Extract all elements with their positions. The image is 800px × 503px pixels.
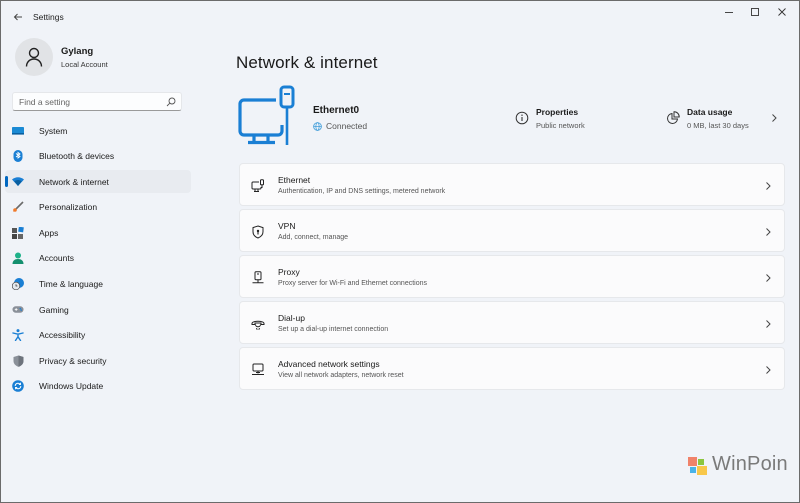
accounts-icon [12, 252, 24, 265]
pie-chart-icon [667, 111, 680, 124]
watermark: WinPoin [688, 453, 788, 476]
sidebar-item-label: System [39, 125, 68, 136]
search-icon[interactable] [166, 97, 176, 107]
card-title: Dial-up [278, 313, 305, 323]
properties-button[interactable]: Properties Public network [515, 107, 585, 130]
card-title: Advanced network settings [278, 359, 380, 369]
gaming-icon [12, 304, 24, 316]
shield-icon [12, 355, 24, 367]
bluetooth-icon [12, 150, 24, 163]
sidebar-item-bluetooth[interactable]: Bluetooth & devices [5, 145, 191, 168]
connection-status: Connected [313, 121, 367, 131]
brush-icon [12, 201, 24, 213]
sidebar-item-accounts[interactable]: Accounts [5, 247, 191, 270]
proxy-icon [252, 271, 264, 284]
person-icon [25, 47, 43, 67]
card-title: VPN [278, 221, 296, 231]
back-arrow-icon [13, 13, 22, 21]
chevron-right-icon [766, 320, 771, 328]
sidebar-item-label: Bluetooth & devices [39, 151, 115, 162]
properties-value: Public network [536, 121, 585, 130]
card-ethernet[interactable]: Ethernet Authentication, IP and DNS sett… [239, 163, 785, 206]
card-title: Proxy [278, 267, 300, 277]
close-icon [778, 8, 786, 16]
update-icon [12, 380, 24, 393]
data-usage-label: Data usage [687, 107, 733, 117]
data-usage-value: 0 MB, last 30 days [687, 121, 749, 130]
card-subtitle: View all network adapters, network reset [278, 372, 404, 379]
profile-account-type: Local Account [61, 59, 108, 69]
globe-icon [313, 121, 322, 131]
sidebar-item-accessibility[interactable]: Accessibility [5, 324, 191, 347]
card-advanced-network[interactable]: Advanced network settings View all netwo… [239, 347, 785, 390]
info-icon [515, 111, 529, 125]
sidebar-item-label: Personalization [39, 202, 98, 213]
accessibility-icon [12, 329, 24, 342]
sidebar-item-network[interactable]: Network & internet [5, 170, 191, 194]
chevron-right-icon [766, 366, 771, 374]
connection-status-text: Connected [326, 121, 368, 131]
card-subtitle: Add, connect, manage [278, 234, 349, 241]
page-title: Network & internet [236, 53, 378, 72]
sidebar-item-time-language[interactable]: Time & language [5, 273, 191, 296]
card-subtitle: Proxy server for Wi-Fi and Ethernet conn… [278, 280, 428, 287]
title-bar: Settings [1, 1, 799, 33]
system-icon [12, 125, 24, 137]
card-vpn[interactable]: VPN Add, connect, manage [239, 209, 785, 252]
search-box[interactable] [12, 92, 182, 111]
minimize-icon [725, 12, 733, 13]
close-button[interactable] [770, 5, 794, 19]
chevron-right-icon [766, 182, 771, 190]
dialup-icon [251, 320, 265, 330]
chevron-right-icon [766, 228, 771, 236]
sidebar-item-gaming[interactable]: Gaming [5, 298, 191, 321]
sidebar-item-label: Windows Update [39, 381, 104, 392]
avatar [15, 38, 53, 76]
sidebar-nav: System Bluetooth & devices Network & int… [5, 119, 191, 401]
minimize-button[interactable] [717, 5, 741, 19]
ethernet-hero-icon [238, 85, 298, 152]
properties-label: Properties [536, 107, 579, 117]
card-subtitle: Set up a dial-up internet connection [278, 326, 389, 333]
chevron-right-icon[interactable] [770, 113, 778, 123]
profile-name: Gylang [61, 45, 94, 57]
settings-cards: Ethernet Authentication, IP and DNS sett… [239, 163, 785, 393]
connection-name: Ethernet0 [313, 105, 360, 116]
wifi-icon [12, 176, 24, 188]
maximize-icon [751, 8, 759, 16]
sidebar-item-label: Gaming [39, 304, 69, 315]
card-proxy[interactable]: Proxy Proxy server for Wi-Fi and Etherne… [239, 255, 785, 298]
maximize-button[interactable] [743, 5, 767, 19]
sidebar-item-apps[interactable]: Apps [5, 221, 191, 244]
sidebar-item-system[interactable]: System [5, 119, 191, 142]
sidebar-item-privacy-security[interactable]: Privacy & security [5, 349, 191, 372]
sidebar-item-label: Network & internet [39, 176, 109, 187]
watermark-text: WinPoin [712, 453, 788, 475]
sidebar-item-windows-update[interactable]: Windows Update [5, 375, 191, 398]
chevron-right-icon [766, 274, 771, 282]
time-language-icon [12, 278, 24, 291]
vpn-shield-icon [252, 225, 264, 239]
data-usage-button[interactable]: Data usage 0 MB, last 30 days [666, 107, 749, 130]
card-subtitle: Authentication, IP and DNS settings, met… [278, 188, 446, 195]
apps-icon [12, 226, 24, 239]
sidebar-item-label: Accounts [39, 253, 74, 264]
sidebar-item-label: Apps [39, 227, 59, 238]
card-dialup[interactable]: Dial-up Set up a dial-up internet connec… [239, 301, 785, 344]
card-title: Ethernet [278, 175, 311, 185]
user-profile[interactable]: Gylang Local Account [15, 38, 108, 76]
search-input[interactable] [19, 96, 159, 107]
app-title: Settings [33, 12, 64, 22]
sidebar-item-label: Privacy & security [39, 355, 107, 366]
advanced-network-icon [252, 363, 264, 375]
sidebar-item-label: Time & language [39, 279, 103, 290]
sidebar-item-label: Accessibility [39, 330, 86, 341]
sidebar-item-personalization[interactable]: Personalization [5, 196, 191, 219]
back-button[interactable] [10, 9, 26, 25]
winpoin-logo-icon [688, 455, 708, 475]
ethernet-icon [251, 179, 264, 192]
